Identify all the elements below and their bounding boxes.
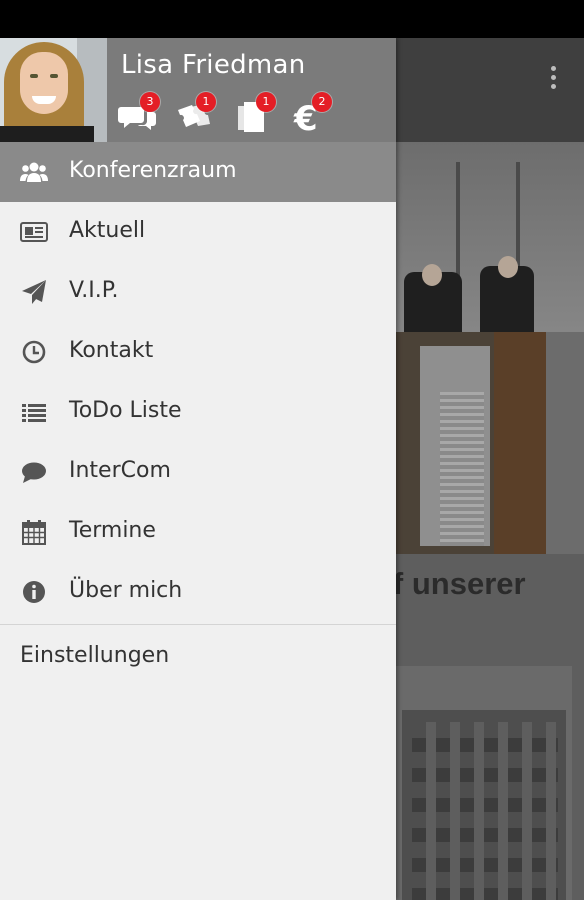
clock-icon — [22, 340, 46, 364]
paper-plane-icon — [22, 280, 46, 304]
payments-badge: 2 — [312, 92, 332, 112]
menu-item-konferenzraum[interactable]: Konferenzraum — [0, 142, 396, 202]
menu-item-label: Kontakt — [69, 338, 154, 363]
avatar[interactable] — [0, 38, 107, 142]
speech-bubble-icon — [22, 462, 46, 483]
menu-item-label: ToDo Liste — [69, 398, 182, 423]
menu-item-einstellungen[interactable]: Einstellungen — [0, 625, 396, 691]
tickets-badge: 1 — [196, 92, 216, 112]
group-icon — [20, 162, 48, 182]
quick-actions: 3 1 1 € 2 — [118, 92, 348, 138]
drawer-menu: Konferenzraum Aktuell V.I.P. Kontakt ToD… — [0, 142, 396, 691]
menu-item-todo-liste[interactable]: ToDo Liste — [0, 382, 396, 442]
menu-item-termine[interactable]: Termine — [0, 502, 396, 562]
newspaper-icon — [20, 222, 48, 242]
navigation-drawer: Lisa Friedman 3 1 1 € 2 Konferenzraum Ak… — [0, 38, 396, 900]
building-image — [396, 666, 572, 900]
overflow-menu-icon[interactable] — [548, 66, 558, 96]
payments-button[interactable]: € 2 — [292, 92, 336, 138]
messages-badge: 3 — [140, 92, 160, 112]
menu-item-ueber-mich[interactable]: Über mich — [0, 562, 396, 622]
menu-item-intercom[interactable]: InterCom — [0, 442, 396, 502]
menu-item-kontakt[interactable]: Kontakt — [0, 322, 396, 382]
settings-label: Einstellungen — [20, 643, 170, 668]
messages-button[interactable]: 3 — [118, 92, 162, 138]
menu-item-label: Aktuell — [69, 218, 146, 243]
menu-item-label: Konferenzraum — [69, 158, 237, 183]
menu-item-label: Termine — [69, 518, 156, 543]
menu-item-aktuell[interactable]: Aktuell — [0, 202, 396, 262]
menu-item-label: InterCom — [69, 458, 171, 483]
tickets-button[interactable]: 1 — [174, 92, 218, 138]
status-bar — [0, 0, 584, 38]
menu-item-label: Über mich — [69, 578, 183, 603]
menu-item-vip[interactable]: V.I.P. — [0, 262, 396, 322]
documents-button[interactable]: 1 — [234, 92, 278, 138]
calendar-icon — [22, 520, 46, 545]
user-name: Lisa Friedman — [121, 50, 306, 80]
info-icon — [23, 581, 45, 603]
hero-image — [396, 142, 584, 554]
drawer-header: Lisa Friedman 3 1 1 € 2 — [0, 38, 396, 142]
documents-badge: 1 — [256, 92, 276, 112]
menu-item-label: V.I.P. — [69, 278, 119, 303]
article-title[interactable]: uf unserer — [374, 566, 584, 602]
list-icon — [22, 404, 46, 422]
